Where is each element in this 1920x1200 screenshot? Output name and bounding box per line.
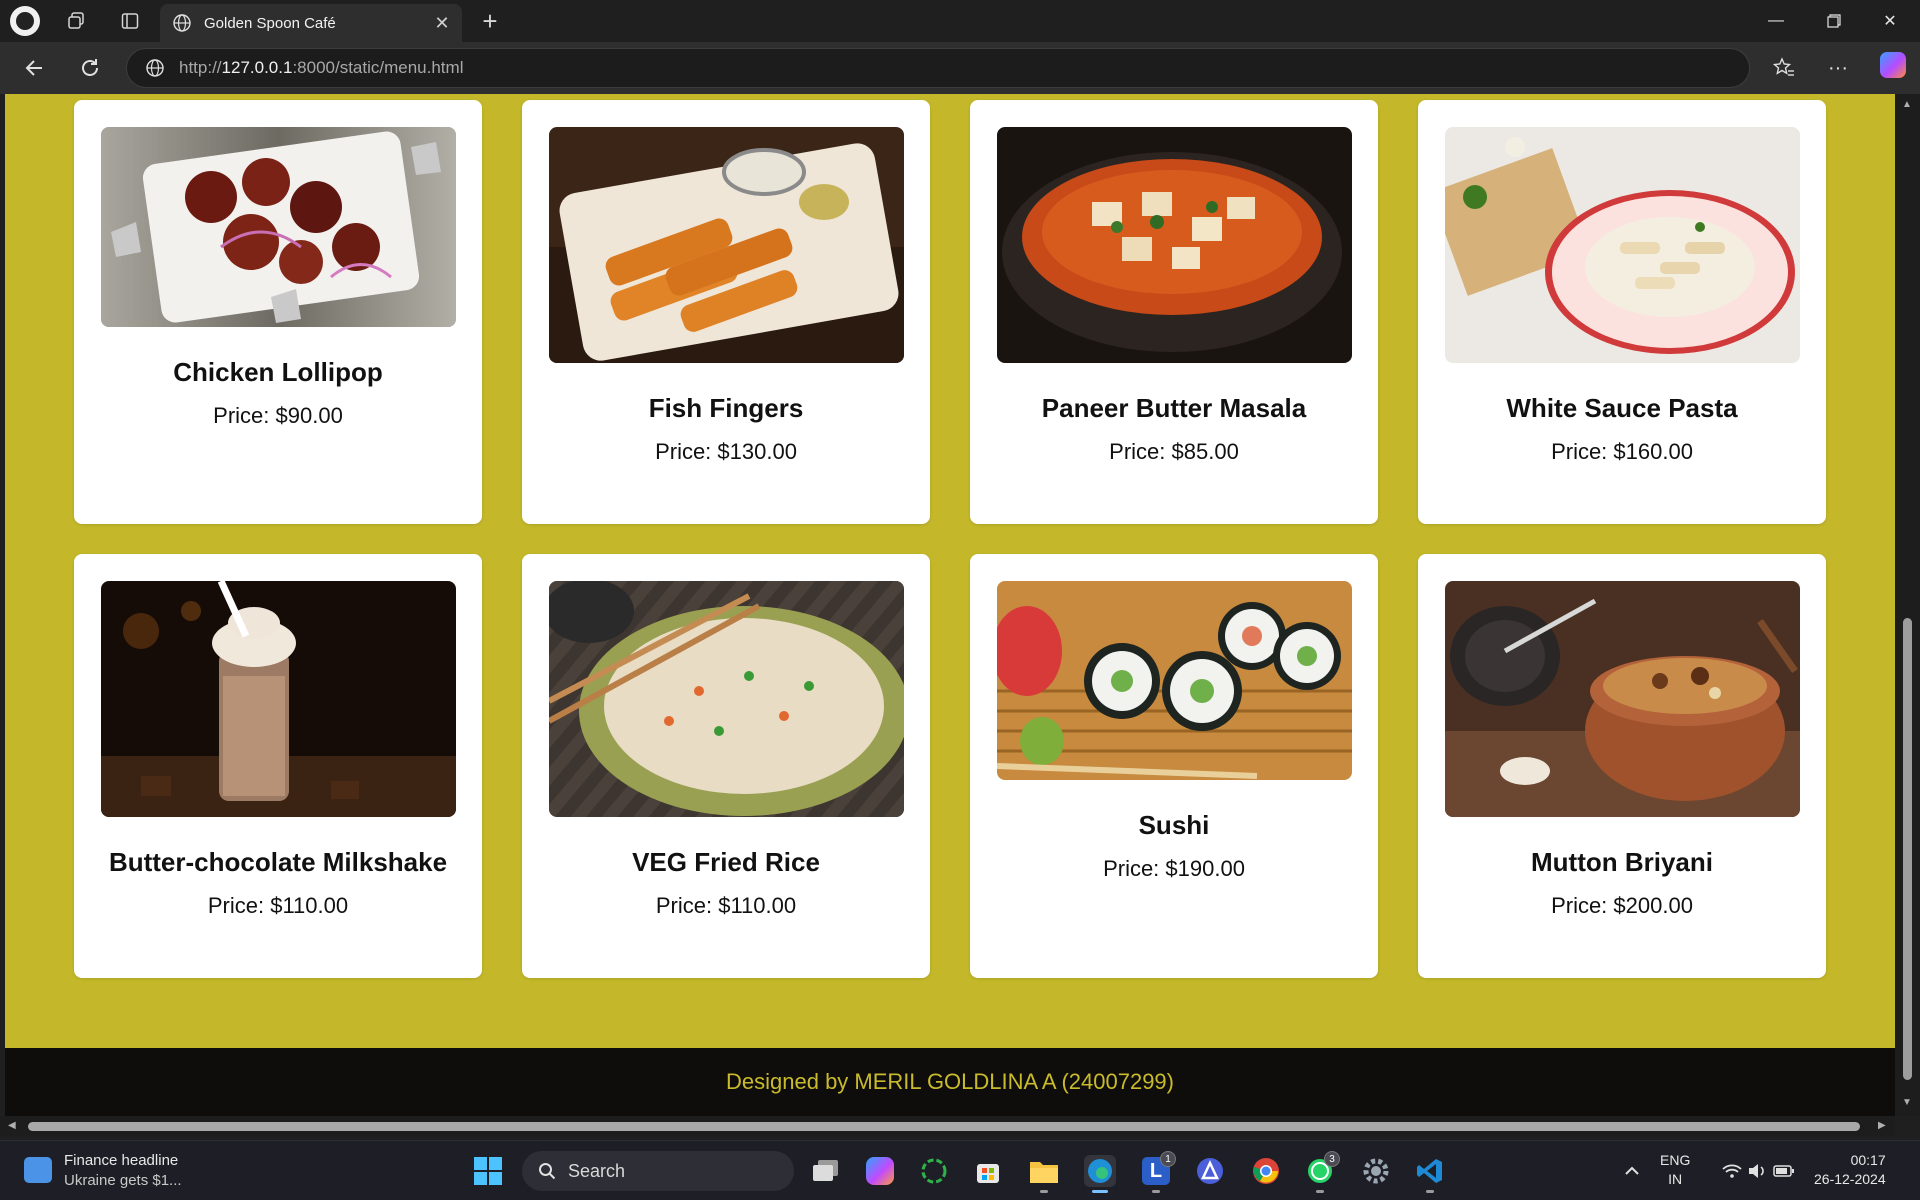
refresh-app-icon[interactable] [918,1155,950,1187]
menu-item-price: Price: $110.00 [207,893,349,918]
menu-item-name: Paneer Butter Masala [1041,393,1307,423]
horizontal-scroll-thumb[interactable] [28,1122,1860,1131]
fish-fingers-image [549,127,904,363]
scroll-right-icon[interactable]: ▶ [1878,1121,1888,1131]
file-explorer-icon[interactable] [1028,1155,1060,1193]
clock[interactable]: 00:17 26-12-2024 [1814,1151,1886,1189]
close-window-button[interactable]: ✕ [1862,0,1918,42]
language-code: ENG [1660,1152,1691,1168]
url-text: http://127.0.0.1:8000/static/menu.html [179,58,464,77]
start-icon[interactable] [472,1155,504,1187]
back-button[interactable] [16,52,52,84]
alpha-app-icon[interactable] [1194,1155,1226,1187]
search-icon [539,1163,556,1180]
browser-navbar: http://127.0.0.1:8000/static/menu.html ·… [0,42,1920,94]
notification-badge: 1 [1160,1151,1176,1167]
milkshake-image [101,581,456,817]
chicken-lollipop-image [101,127,456,327]
tab-close-icon[interactable]: ✕ [428,9,456,37]
taskbar-search[interactable]: Search [522,1151,794,1191]
menu-item-price: Price: $200.00 [1551,893,1693,918]
menu-card[interactable]: Fish Fingers Price: $130.00 [522,100,930,524]
more-options-icon[interactable]: ··· [1820,52,1856,84]
chevron-up-icon[interactable] [1616,1155,1648,1187]
page-viewport: Chicken Lollipop Price: $90.00 Fish Fing… [5,94,1895,1116]
menu-card[interactable]: Chicken Lollipop Price: $90.00 [74,100,482,524]
profile-avatar[interactable] [10,6,40,36]
news-subtitle: Ukraine gets $1... [64,1172,182,1189]
sushi-image [997,581,1352,780]
menu-card[interactable]: Paneer Butter Masala Price: $85.00 [970,100,1378,524]
notification-badge: 3 [1324,1151,1340,1167]
favorites-icon[interactable] [1766,52,1802,84]
menu-item-name: Mutton Briyani [1531,847,1713,877]
page-footer: Designed by MERIL GOLDLINA A (24007299) [5,1048,1895,1116]
tab-golden-spoon[interactable]: Golden Spoon Café ✕ [160,4,462,42]
edge-icon[interactable] [1084,1155,1116,1193]
new-tab-button[interactable]: + [474,6,506,36]
copilot-icon[interactable] [1880,52,1906,78]
refresh-button[interactable] [72,52,108,84]
veg-fried-rice-image [549,581,904,817]
whatsapp-icon[interactable]: 3 [1304,1151,1340,1193]
scroll-down-icon[interactable]: ▼ [1901,1098,1913,1108]
browser-titlebar: Golden Spoon Café ✕ + — ✕ [0,0,1920,42]
menu-item-name: Butter-chocolate Milkshake [108,847,448,877]
footer-credit: Designed by MERIL GOLDLINA A (24007299) [726,1069,1174,1094]
vertical-scroll-thumb[interactable] [1903,618,1912,1080]
menu-card[interactable]: VEG Fried Rice Price: $110.00 [522,554,930,978]
menu-card[interactable]: White Sauce Pasta Price: $160.00 [1418,100,1826,524]
menu-item-name: Sushi [1138,810,1210,840]
menu-item-price: Price: $160.00 [1551,439,1693,464]
store-icon[interactable] [972,1155,1004,1187]
globe-icon [173,14,191,32]
menu-card[interactable]: Mutton Briyani Price: $200.00 [1418,554,1826,978]
menu-item-price: Price: $190.00 [1103,856,1245,881]
white-sauce-pasta-image [1445,127,1800,363]
menu-item-price: Price: $130.00 [655,439,797,464]
restore-button[interactable] [1806,0,1862,42]
vertical-scrollbar[interactable]: ▲ ▼ [1895,94,1920,1116]
menu-card[interactable]: Sushi Price: $190.00 [970,554,1378,978]
chrome-icon[interactable] [1250,1155,1282,1187]
tab-title: Golden Spoon Café [204,14,336,32]
search-label: Search [568,1160,626,1181]
menu-item-name: Fish Fingers [648,393,804,423]
site-info-icon[interactable] [145,58,165,78]
horizontal-scrollbar[interactable]: ◀ ▶ [0,1116,1895,1136]
clock-time: 00:17 [1850,1152,1886,1168]
menu-item-name: VEG Fried Rice [632,847,820,877]
language-indicator[interactable]: ENG IN [1660,1151,1690,1189]
l-app-icon[interactable]: L 1 [1140,1151,1176,1193]
menu-item-price: Price: $110.00 [655,893,797,918]
news-widget-icon[interactable] [24,1157,52,1183]
tab-actions-icon[interactable] [114,6,146,36]
menu-item-price: Price: $90.00 [213,403,343,428]
battery-icon[interactable] [1768,1155,1800,1187]
scroll-up-icon[interactable]: ▲ [1901,100,1913,110]
region-code: IN [1668,1171,1683,1187]
settings-icon[interactable] [1360,1155,1392,1187]
scroll-left-icon[interactable]: ◀ [8,1121,18,1131]
menu-item-name: Chicken Lollipop [173,357,383,387]
task-view-icon[interactable] [810,1155,842,1187]
vscode-icon[interactable] [1414,1155,1446,1193]
news-widget[interactable]: Finance headline Ukraine gets $1... [64,1151,182,1191]
clock-date: 26-12-2024 [1814,1171,1886,1187]
minimize-button[interactable]: — [1748,0,1804,42]
paneer-butter-masala-image [997,127,1352,363]
copilot-taskbar-icon[interactable] [864,1155,896,1187]
menu-item-price: Price: $85.00 [1109,439,1239,464]
mutton-briyani-image [1445,581,1800,817]
news-title: Finance headline [64,1152,179,1169]
menu-item-name: White Sauce Pasta [1506,393,1738,423]
menu-card[interactable]: Butter-chocolate Milkshake Price: $110.0… [74,554,482,978]
address-bar[interactable]: http://127.0.0.1:8000/static/menu.html [126,48,1750,88]
workspaces-icon[interactable] [60,6,92,36]
windows-taskbar: Finance headline Ukraine gets $1... Sear… [0,1140,1920,1200]
